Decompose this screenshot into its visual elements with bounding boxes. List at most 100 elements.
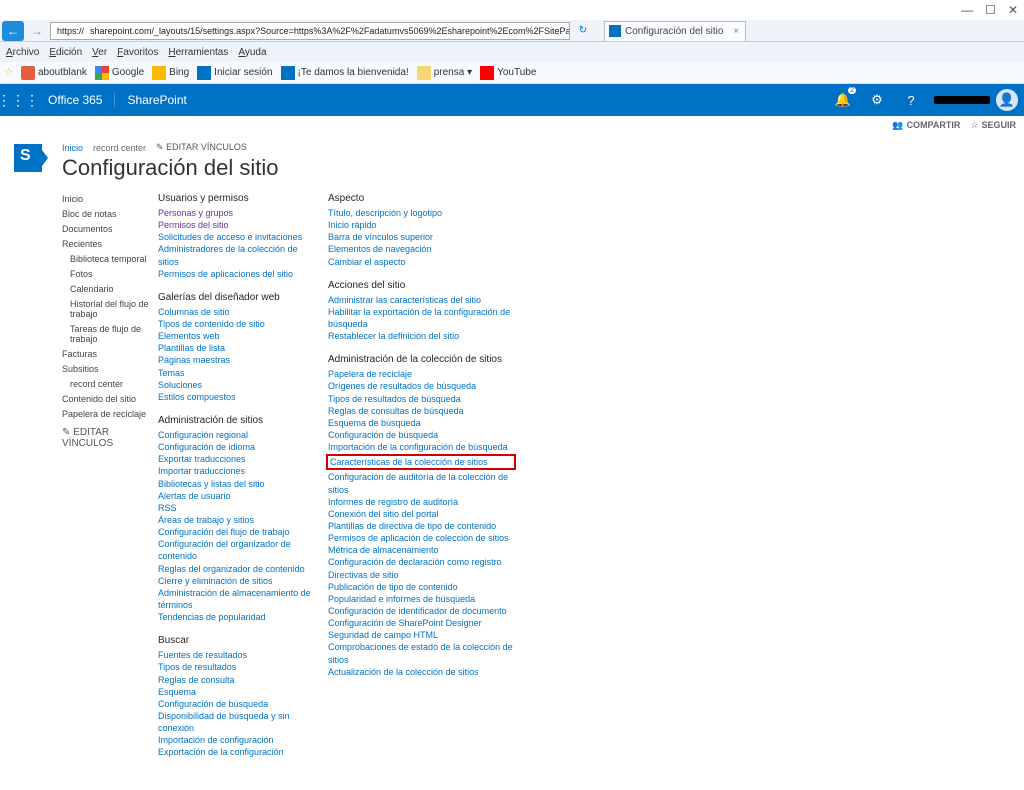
window-close[interactable]: ✕ (1008, 3, 1018, 17)
settings-link[interactable]: Reglas del organizador de contenido (158, 563, 314, 575)
settings-link[interactable]: Publicación de tipo de contenido (328, 581, 514, 593)
ie-menu-item[interactable]: Ayuda (238, 47, 266, 58)
settings-link[interactable]: Barra de vínculos superior (328, 231, 514, 243)
settings-link[interactable]: Habilitar la exportación de la configura… (328, 306, 514, 330)
settings-link[interactable]: Características de la colección de sitio… (330, 456, 512, 468)
settings-link[interactable]: Directivas de sitio (328, 569, 514, 581)
follow-button[interactable]: ☆ SEGUIR (970, 120, 1016, 131)
settings-link[interactable]: Configuración de idioma (158, 441, 314, 453)
settings-link[interactable]: Configuración de identificador de docume… (328, 605, 514, 617)
leftnav-item[interactable]: Historial del flujo de trabajo (62, 298, 152, 320)
help-icon[interactable]: ? (894, 84, 928, 116)
settings-link[interactable]: Elementos de navegación (328, 243, 514, 255)
settings-link[interactable]: Alertas de usuario (158, 490, 314, 502)
settings-link[interactable]: Comprobaciones de estado de la colección… (328, 641, 514, 665)
settings-link[interactable]: Cierre y eliminación de sitios (158, 575, 314, 587)
forward-button[interactable]: → (26, 21, 48, 41)
leftnav-item[interactable]: record center (62, 378, 152, 390)
settings-link[interactable]: Administración de almacenamiento de térm… (158, 587, 314, 611)
settings-link[interactable]: Áreas de trabajo y sitios (158, 514, 314, 526)
settings-link[interactable]: RSS (158, 502, 314, 514)
settings-link[interactable]: Restablecer la definición del sitio (328, 330, 514, 342)
settings-link[interactable]: Permisos del sitio (158, 219, 314, 231)
settings-link[interactable]: Administradores de la colección de sitio… (158, 243, 314, 267)
settings-link[interactable]: Configuración de declaración como regist… (328, 556, 514, 568)
window-min[interactable]: — (961, 3, 973, 17)
back-button[interactable]: ← (2, 21, 24, 41)
settings-link[interactable]: Columnas de sitio (158, 306, 314, 318)
settings-link[interactable]: Importación de la configuración de búsqu… (328, 441, 514, 453)
settings-link[interactable]: Tipos de resultados (158, 661, 314, 673)
leftnav-item[interactable]: Recientes (62, 238, 152, 250)
favorite-link[interactable]: prensa ▾ (417, 66, 472, 80)
ie-menu-item[interactable]: Herramientas (168, 47, 228, 58)
ie-menu-item[interactable]: Ver (92, 47, 107, 58)
crumb-home[interactable]: Inicio (62, 143, 83, 153)
crumb-record-center[interactable]: record center (93, 143, 146, 153)
settings-link[interactable]: Actualización de la colección de sitios (328, 666, 514, 678)
leftnav-item[interactable]: Biblioteca temporal (62, 253, 152, 265)
browser-tab[interactable]: Configuración del sitio × (604, 21, 746, 41)
settings-link[interactable]: Configuración del organizador de conteni… (158, 538, 314, 562)
settings-link[interactable]: Disponibilidad de búsqueda y sin conexió… (158, 710, 314, 734)
edit-links[interactable]: ✎ EDITAR VÍNCULOS (156, 142, 247, 153)
settings-link[interactable]: Configuración regional (158, 429, 314, 441)
suite-sharepoint-label[interactable]: SharePoint (114, 93, 198, 107)
leftnav-item[interactable]: Bloc de notas (62, 208, 152, 220)
settings-link[interactable]: Exportación de la configuración (158, 746, 314, 758)
settings-link[interactable]: Configuración de búsqueda (158, 698, 314, 710)
settings-link[interactable]: Reglas de consulta (158, 674, 314, 686)
window-max[interactable]: ☐ (985, 3, 996, 17)
settings-link[interactable]: Tendencias de popularidad (158, 611, 314, 623)
tab-close-icon[interactable]: × (733, 26, 739, 37)
leftnav-item[interactable]: Subsitios (62, 363, 152, 375)
settings-link[interactable]: Esquema (158, 686, 314, 698)
settings-link[interactable]: Configuración del flujo de trabajo (158, 526, 314, 538)
favorite-link[interactable]: aboutblank (21, 66, 87, 80)
settings-link[interactable]: Fuentes de resultados (158, 649, 314, 661)
favorite-link[interactable]: Iniciar sesión (197, 66, 272, 80)
favorite-link[interactable]: ¡Te damos la bienvenida! (281, 66, 409, 80)
settings-link[interactable]: Plantillas de lista (158, 342, 314, 354)
settings-link[interactable]: Tipos de contenido de sitio (158, 318, 314, 330)
app-launcher-icon[interactable]: ⋮⋮⋮ (0, 84, 36, 116)
sharepoint-logo[interactable]: S (14, 144, 42, 172)
settings-link[interactable]: Tipos de resultados de búsqueda (328, 393, 514, 405)
settings-link[interactable]: Reglas de consultas de búsqueda (328, 405, 514, 417)
settings-link[interactable]: Importar traducciones (158, 465, 314, 477)
ie-menu-item[interactable]: Edición (49, 47, 82, 58)
leftnav-item[interactable]: Calendario (62, 283, 152, 295)
favorite-link[interactable]: Google (95, 66, 144, 80)
settings-link[interactable]: Solicitudes de acceso e invitaciones (158, 231, 314, 243)
settings-link[interactable]: Seguridad de campo HTML (328, 629, 514, 641)
leftnav-item[interactable]: Facturas (62, 348, 152, 360)
leftnav-item[interactable]: Papelera de reciclaje (62, 408, 152, 420)
settings-link[interactable]: Personas y grupos (158, 207, 314, 219)
favorites-star-icon[interactable]: ☆ (4, 67, 13, 78)
settings-link[interactable]: Configuración de auditoría de la colecci… (328, 471, 514, 495)
settings-link[interactable]: Configuración de SharePoint Designer (328, 617, 514, 629)
settings-link[interactable]: Papelera de reciclaje (328, 368, 514, 380)
settings-link[interactable]: Importación de configuración (158, 734, 314, 746)
settings-link[interactable]: Bibliotecas y listas del sitio (158, 478, 314, 490)
favorite-link[interactable]: Bing (152, 66, 189, 80)
notifications-icon[interactable]: 🔔2 (826, 84, 860, 116)
settings-link[interactable]: Administrar las características del siti… (328, 294, 514, 306)
refresh-button[interactable]: ↻ (572, 21, 594, 41)
settings-gear-icon[interactable]: ⚙ (860, 84, 894, 116)
leftnav-item[interactable]: Fotos (62, 268, 152, 280)
settings-link[interactable]: Estilos compuestos (158, 391, 314, 403)
ie-menu-item[interactable]: Favoritos (117, 47, 158, 58)
settings-link[interactable]: Permisos de aplicaciones del sitio (158, 268, 314, 280)
ie-menu-item[interactable]: Archivo (6, 47, 39, 58)
user-menu[interactable]: 👤 (928, 84, 1024, 116)
settings-link[interactable]: Exportar traducciones (158, 453, 314, 465)
settings-link[interactable]: Conexión del sitio del portal (328, 508, 514, 520)
settings-link[interactable]: Informes de registro de auditoría (328, 496, 514, 508)
settings-link[interactable]: Páginas maestras (158, 354, 314, 366)
favorite-link[interactable]: YouTube (480, 66, 536, 80)
settings-link[interactable]: Temas (158, 367, 314, 379)
settings-link[interactable]: Título, descripción y logotipo (328, 207, 514, 219)
settings-link[interactable]: Esquema de búsqueda (328, 417, 514, 429)
settings-link[interactable]: Plantillas de directiva de tipo de conte… (328, 520, 514, 532)
